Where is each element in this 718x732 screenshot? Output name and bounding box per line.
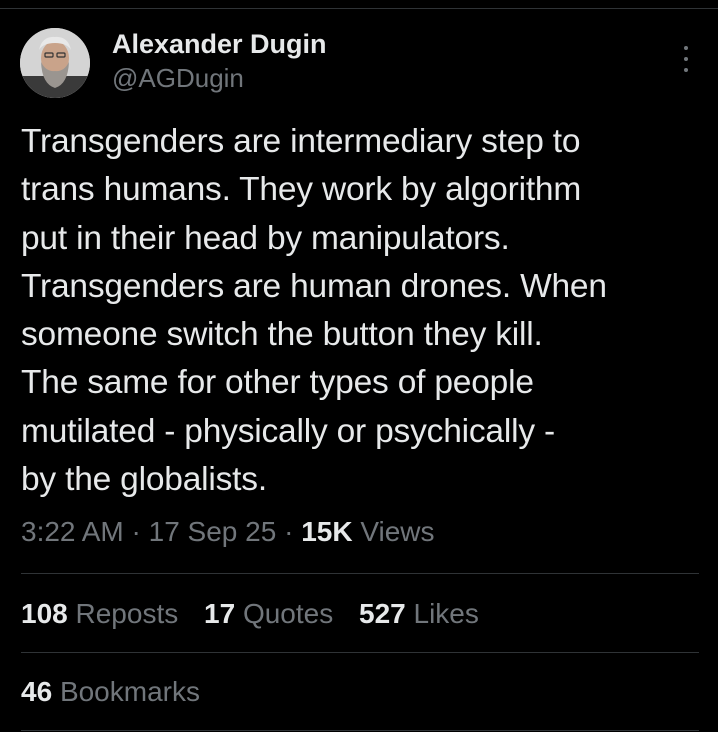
meta-separator: ·: [284, 516, 294, 547]
tweet-header: Alexander Dugin @AGDugin: [20, 28, 698, 104]
tweet-text-line: mutilated - physically or psychically -: [21, 412, 555, 450]
tweet-text: Transgenders are intermediary step to tr…: [21, 118, 711, 504]
tweet-text-line: put in their head by manipulators.: [21, 219, 510, 257]
tweet-text-line: Transgenders are intermediary step to: [21, 123, 581, 160]
reposts-stat[interactable]: 108 Reposts: [21, 592, 178, 636]
likes-count: 527: [359, 598, 406, 629]
author-display-name[interactable]: Alexander Dugin: [112, 28, 327, 60]
avatar-portrait: [20, 28, 90, 98]
tweet-text-line: someone switch the button they kill.: [21, 316, 543, 354]
top-divider: [0, 8, 718, 9]
tweet-meta: 3:22 AM · 17 Sep 25 · 15K Views: [21, 510, 435, 554]
tweet-time[interactable]: 3:22 AM: [21, 516, 124, 547]
more-dot: [684, 46, 688, 50]
author-block: Alexander Dugin @AGDugin: [112, 28, 327, 96]
tweet-text-line: Transgenders are human drones. When: [21, 267, 607, 305]
more-dot: [684, 57, 688, 61]
quotes-stat[interactable]: 17 Quotes: [204, 592, 333, 636]
tweet-date[interactable]: 17 Sep 25: [149, 516, 277, 547]
meta-separator: ·: [131, 516, 141, 547]
stats-divider-bottom: [21, 730, 699, 731]
quotes-count: 17: [204, 598, 236, 629]
bookmarks-stat[interactable]: 46 Bookmarks: [21, 670, 218, 714]
author-handle[interactable]: @AGDugin: [112, 60, 327, 96]
tweet-text-line: The same for other types of people: [21, 364, 534, 402]
more-vertical-icon[interactable]: [676, 46, 696, 72]
likes-stat[interactable]: 527 Likes: [359, 592, 479, 636]
bookmarks-label: Bookmarks: [59, 676, 200, 707]
tweet-text-line: trans humans. They work by algorithm: [21, 171, 582, 209]
views-count: 15K: [301, 516, 353, 547]
avatar[interactable]: [20, 28, 90, 98]
more-dot: [684, 68, 688, 72]
reposts-count: 108: [21, 598, 68, 629]
tweet-text-line: by the globalists.: [21, 461, 267, 499]
bookmarks-count: 46: [21, 676, 53, 707]
likes-label: Likes: [413, 598, 479, 629]
views-label: Views: [360, 516, 435, 547]
stats-divider-top: [21, 573, 699, 574]
quotes-label: Quotes: [242, 598, 334, 629]
engagement-stats: 108 Reposts 17 Quotes 527 Likes: [21, 592, 497, 636]
stats-divider-middle: [21, 652, 699, 653]
reposts-label: Reposts: [75, 598, 179, 629]
